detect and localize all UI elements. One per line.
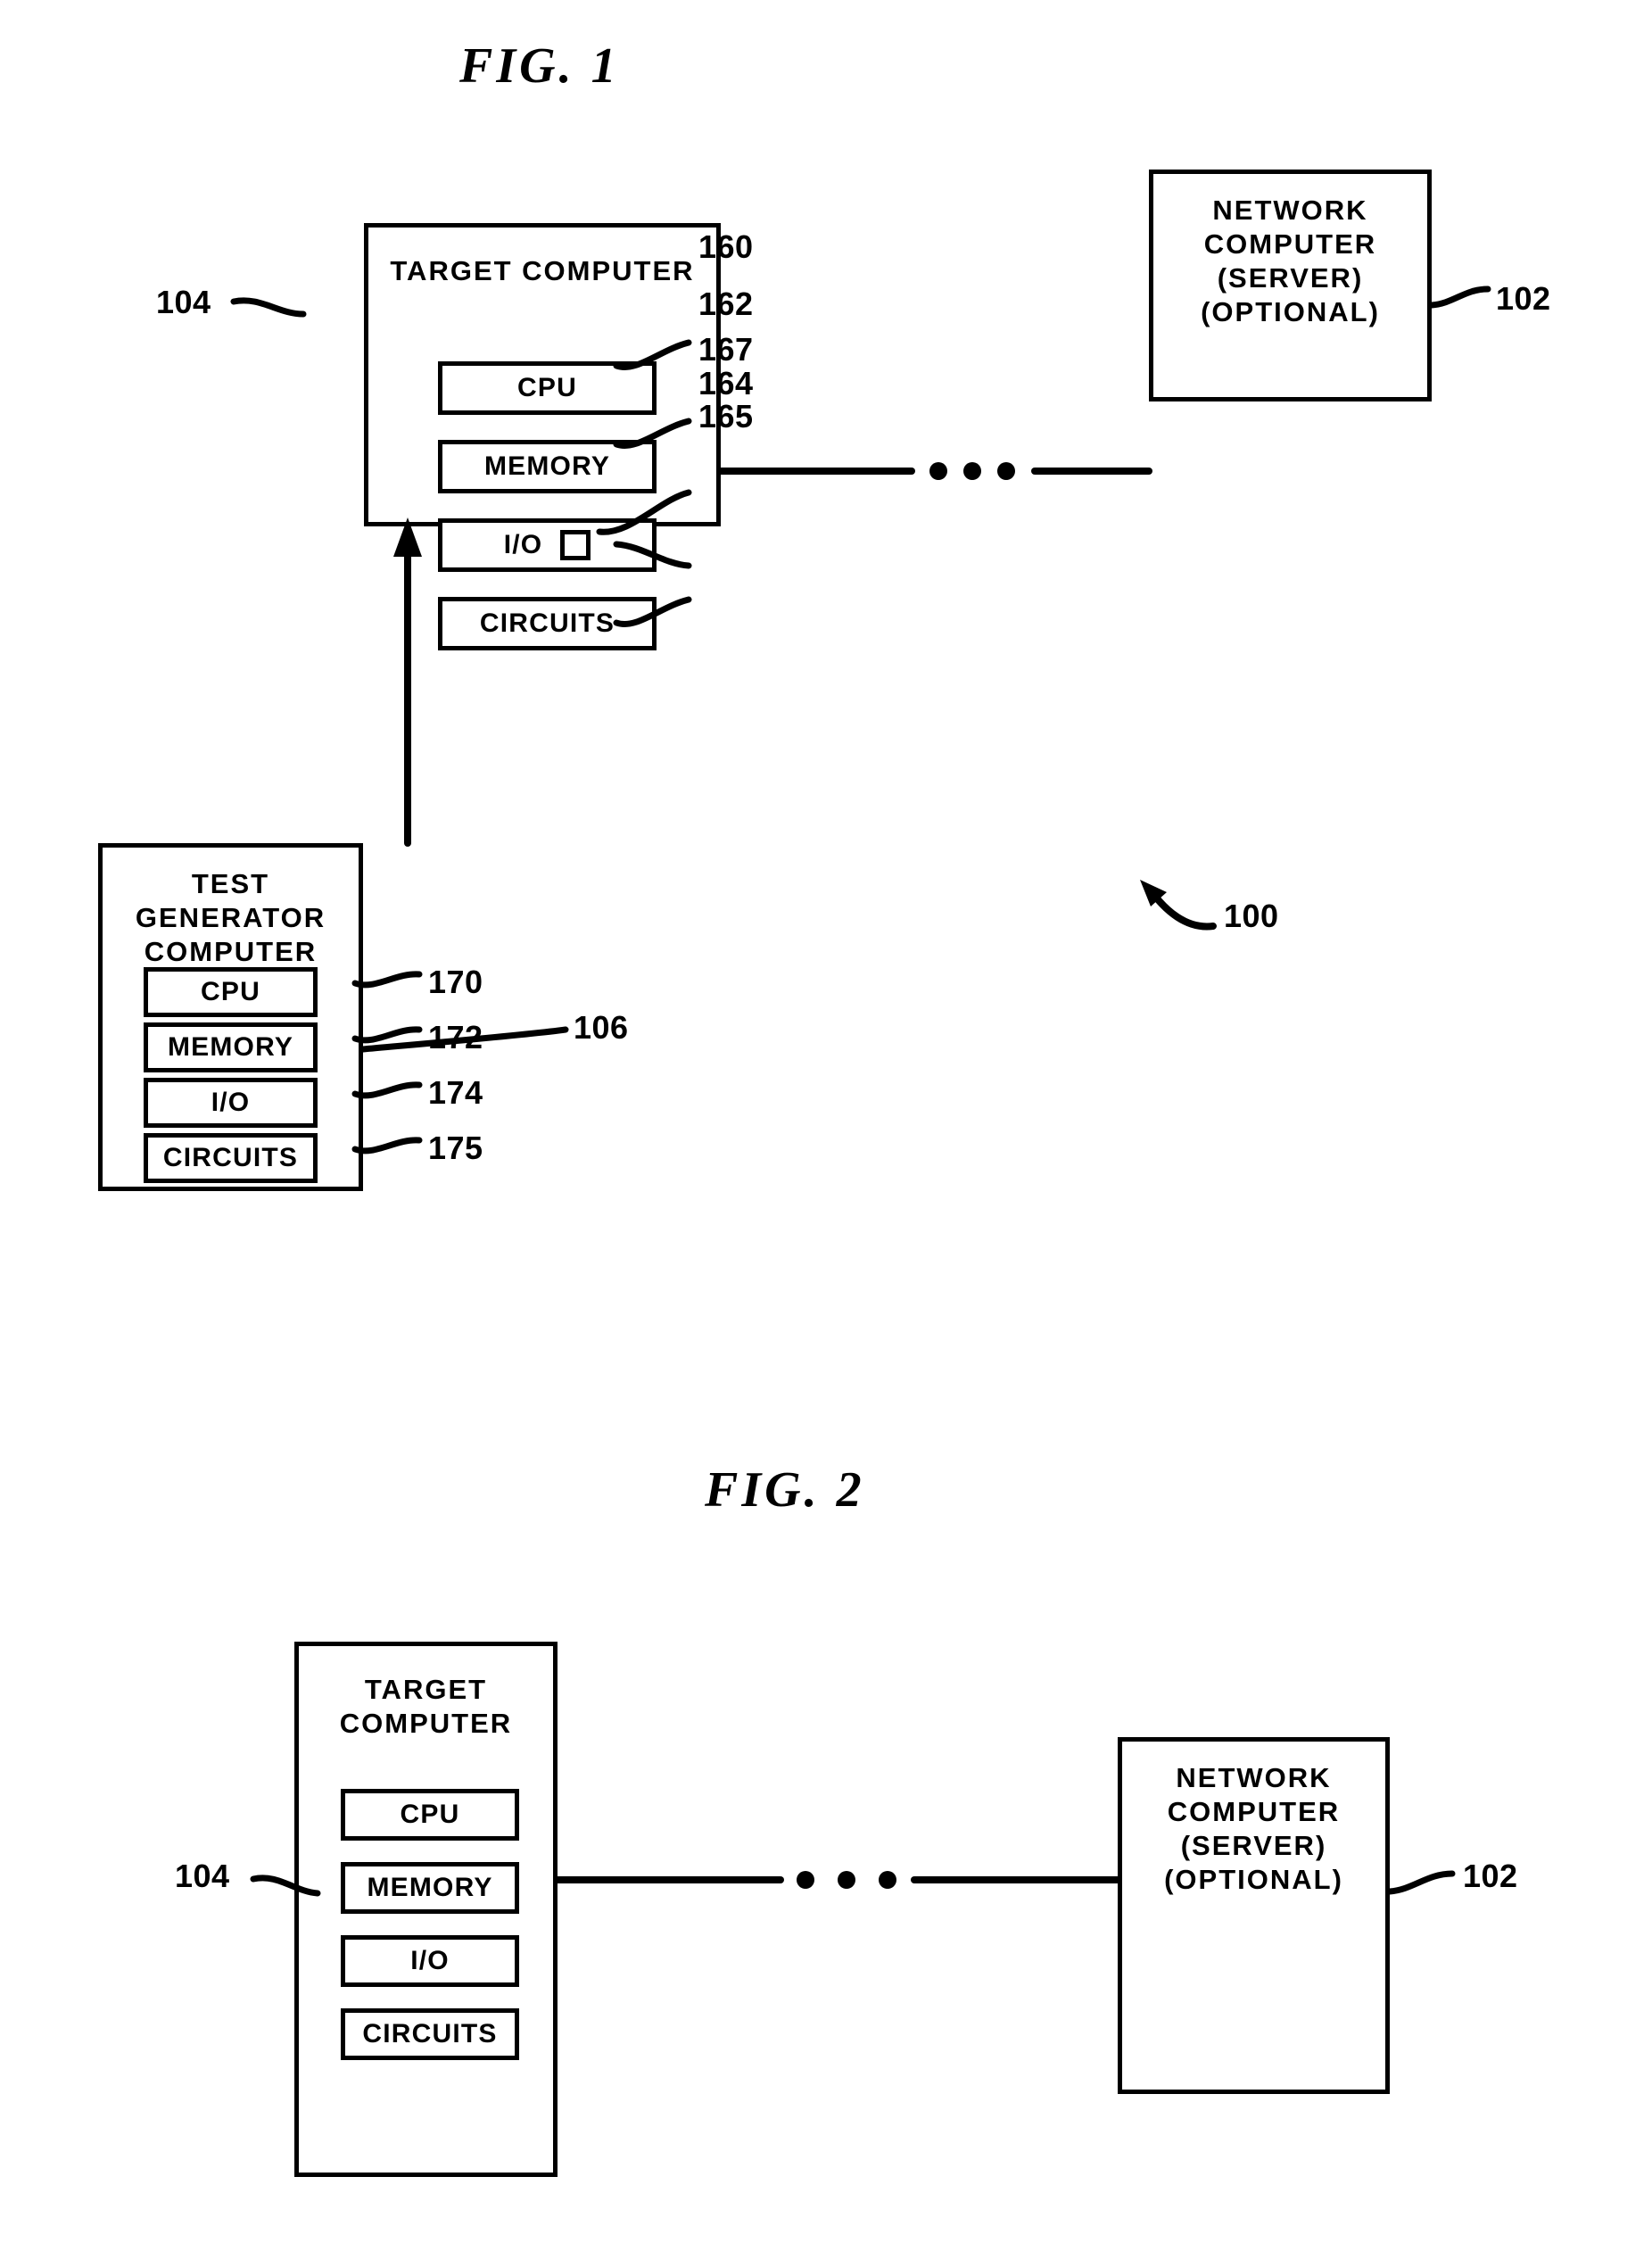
fig1-test-generator-computer-box: TEST GENERATOR COMPUTER CPU MEMORY I/O C…: [98, 843, 363, 1191]
fig1-testgen-cpu-box: CPU: [144, 967, 318, 1017]
fig1-target-io-port-square: [560, 530, 591, 560]
fig1-link-dot-1: [929, 462, 947, 480]
fig2-target-computer-title: TARGET COMPUTER: [339, 1674, 513, 1739]
fig1-leader-170: [351, 971, 423, 989]
fig1-target-computer-box: TARGET COMPUTER CPU MEMORY I/O CIRCUITS: [364, 223, 721, 650]
fig2-target-circuits-box: CIRCUITS: [341, 2008, 519, 2060]
fig1-ref-174: 174: [428, 1074, 483, 1111]
fig1-ref-162: 162: [698, 286, 754, 322]
figure-1-title: FIG. 1: [459, 38, 620, 94]
fig1-network-computer-title: NETWORK COMPUTER (SERVER) (OPTIONAL): [1201, 195, 1380, 327]
fig1-target-cpu-box: CPU: [438, 361, 657, 415]
fig1-system-arrow-shaft: [1147, 887, 1217, 931]
fig1-target-circuits-label: CIRCUITS: [479, 608, 615, 638]
figure-2-title: FIG. 2: [705, 1462, 865, 1518]
fig1-network-computer-box: NETWORK COMPUTER (SERVER) (OPTIONAL): [1149, 170, 1432, 401]
fig1-link-dot-3: [997, 462, 1015, 480]
fig2-target-cpu-box: CPU: [341, 1789, 519, 1841]
fig1-testgen-circuits-label: CIRCUITS: [162, 1143, 299, 1172]
fig2-target-circuits-label: CIRCUITS: [362, 2019, 498, 2048]
fig2-link-dot-1: [797, 1871, 814, 1889]
fig2-leader-102: [1386, 1870, 1456, 1895]
fig2-target-io-label: I/O: [410, 1946, 450, 1975]
fig2-target-computer-box: TARGET COMPUTER CPU MEMORY I/O CIRCUITS: [294, 1642, 558, 2177]
fig1-target-io-box: I/O: [438, 518, 657, 572]
fig1-target-io-row: I/O: [442, 530, 652, 560]
patent-drawing-sheet: FIG. 1 TARGET COMPUTER CPU MEMORY I/O CI…: [0, 0, 1652, 2243]
fig1-system-arrow-head: [1140, 880, 1167, 906]
fig1-ref-167: 167: [698, 331, 754, 368]
fig1-testgen-memory-label: MEMORY: [167, 1032, 294, 1062]
fig1-target-computer-title: TARGET COMPUTER: [390, 255, 695, 286]
fig2-network-computer-title: NETWORK COMPUTER (SERVER) (OPTIONAL): [1164, 1762, 1343, 1895]
fig2-target-memory-label: MEMORY: [367, 1873, 493, 1902]
fig1-link-dot-2: [963, 462, 981, 480]
fig2-ref-104: 104: [175, 1858, 230, 1894]
fig2-link-dot-3: [879, 1871, 896, 1889]
fig1-ref-175: 175: [428, 1130, 483, 1166]
fig1-leader-172: [351, 1026, 423, 1044]
fig1-target-cpu-label: CPU: [517, 373, 577, 402]
fig1-target-memory-label: MEMORY: [483, 451, 611, 481]
fig1-ref-165: 165: [698, 398, 754, 435]
fig1-ref-172: 172: [428, 1019, 483, 1055]
fig1-ref-102: 102: [1496, 280, 1551, 317]
fig1-leader-102: [1428, 286, 1491, 309]
fig1-testgen-io-box: I/O: [144, 1078, 318, 1128]
fig1-ref-106: 106: [574, 1009, 629, 1046]
fig1-leader-174: [351, 1081, 423, 1099]
fig1-ref-164: 164: [698, 365, 754, 401]
fig1-testgen-io-label: I/O: [211, 1088, 251, 1117]
fig1-testgen-cpu-label: CPU: [201, 977, 260, 1006]
fig1-ref-100: 100: [1224, 898, 1279, 934]
fig2-target-memory-box: MEMORY: [341, 1862, 519, 1914]
fig1-testgen-circuits-box: CIRCUITS: [144, 1133, 318, 1183]
fig1-target-memory-box: MEMORY: [438, 440, 657, 493]
fig2-target-cpu-label: CPU: [400, 1800, 460, 1829]
fig1-target-io-label: I/O: [503, 530, 543, 559]
fig1-testgen-memory-box: MEMORY: [144, 1022, 318, 1072]
fig2-target-io-box: I/O: [341, 1935, 519, 1987]
fig1-ref-104: 104: [156, 284, 211, 320]
fig1-leader-104: [230, 297, 307, 318]
fig2-ref-102: 102: [1463, 1858, 1518, 1894]
fig2-link-dot-2: [838, 1871, 855, 1889]
fig1-ref-160: 160: [698, 228, 754, 265]
fig1-target-circuits-box: CIRCUITS: [438, 597, 657, 650]
fig1-test-generator-computer-title: TEST GENERATOR COMPUTER: [135, 868, 326, 967]
fig1-leader-175: [351, 1137, 423, 1155]
fig2-network-computer-box: NETWORK COMPUTER (SERVER) (OPTIONAL): [1118, 1737, 1390, 2094]
fig1-ref-170: 170: [428, 964, 483, 1000]
